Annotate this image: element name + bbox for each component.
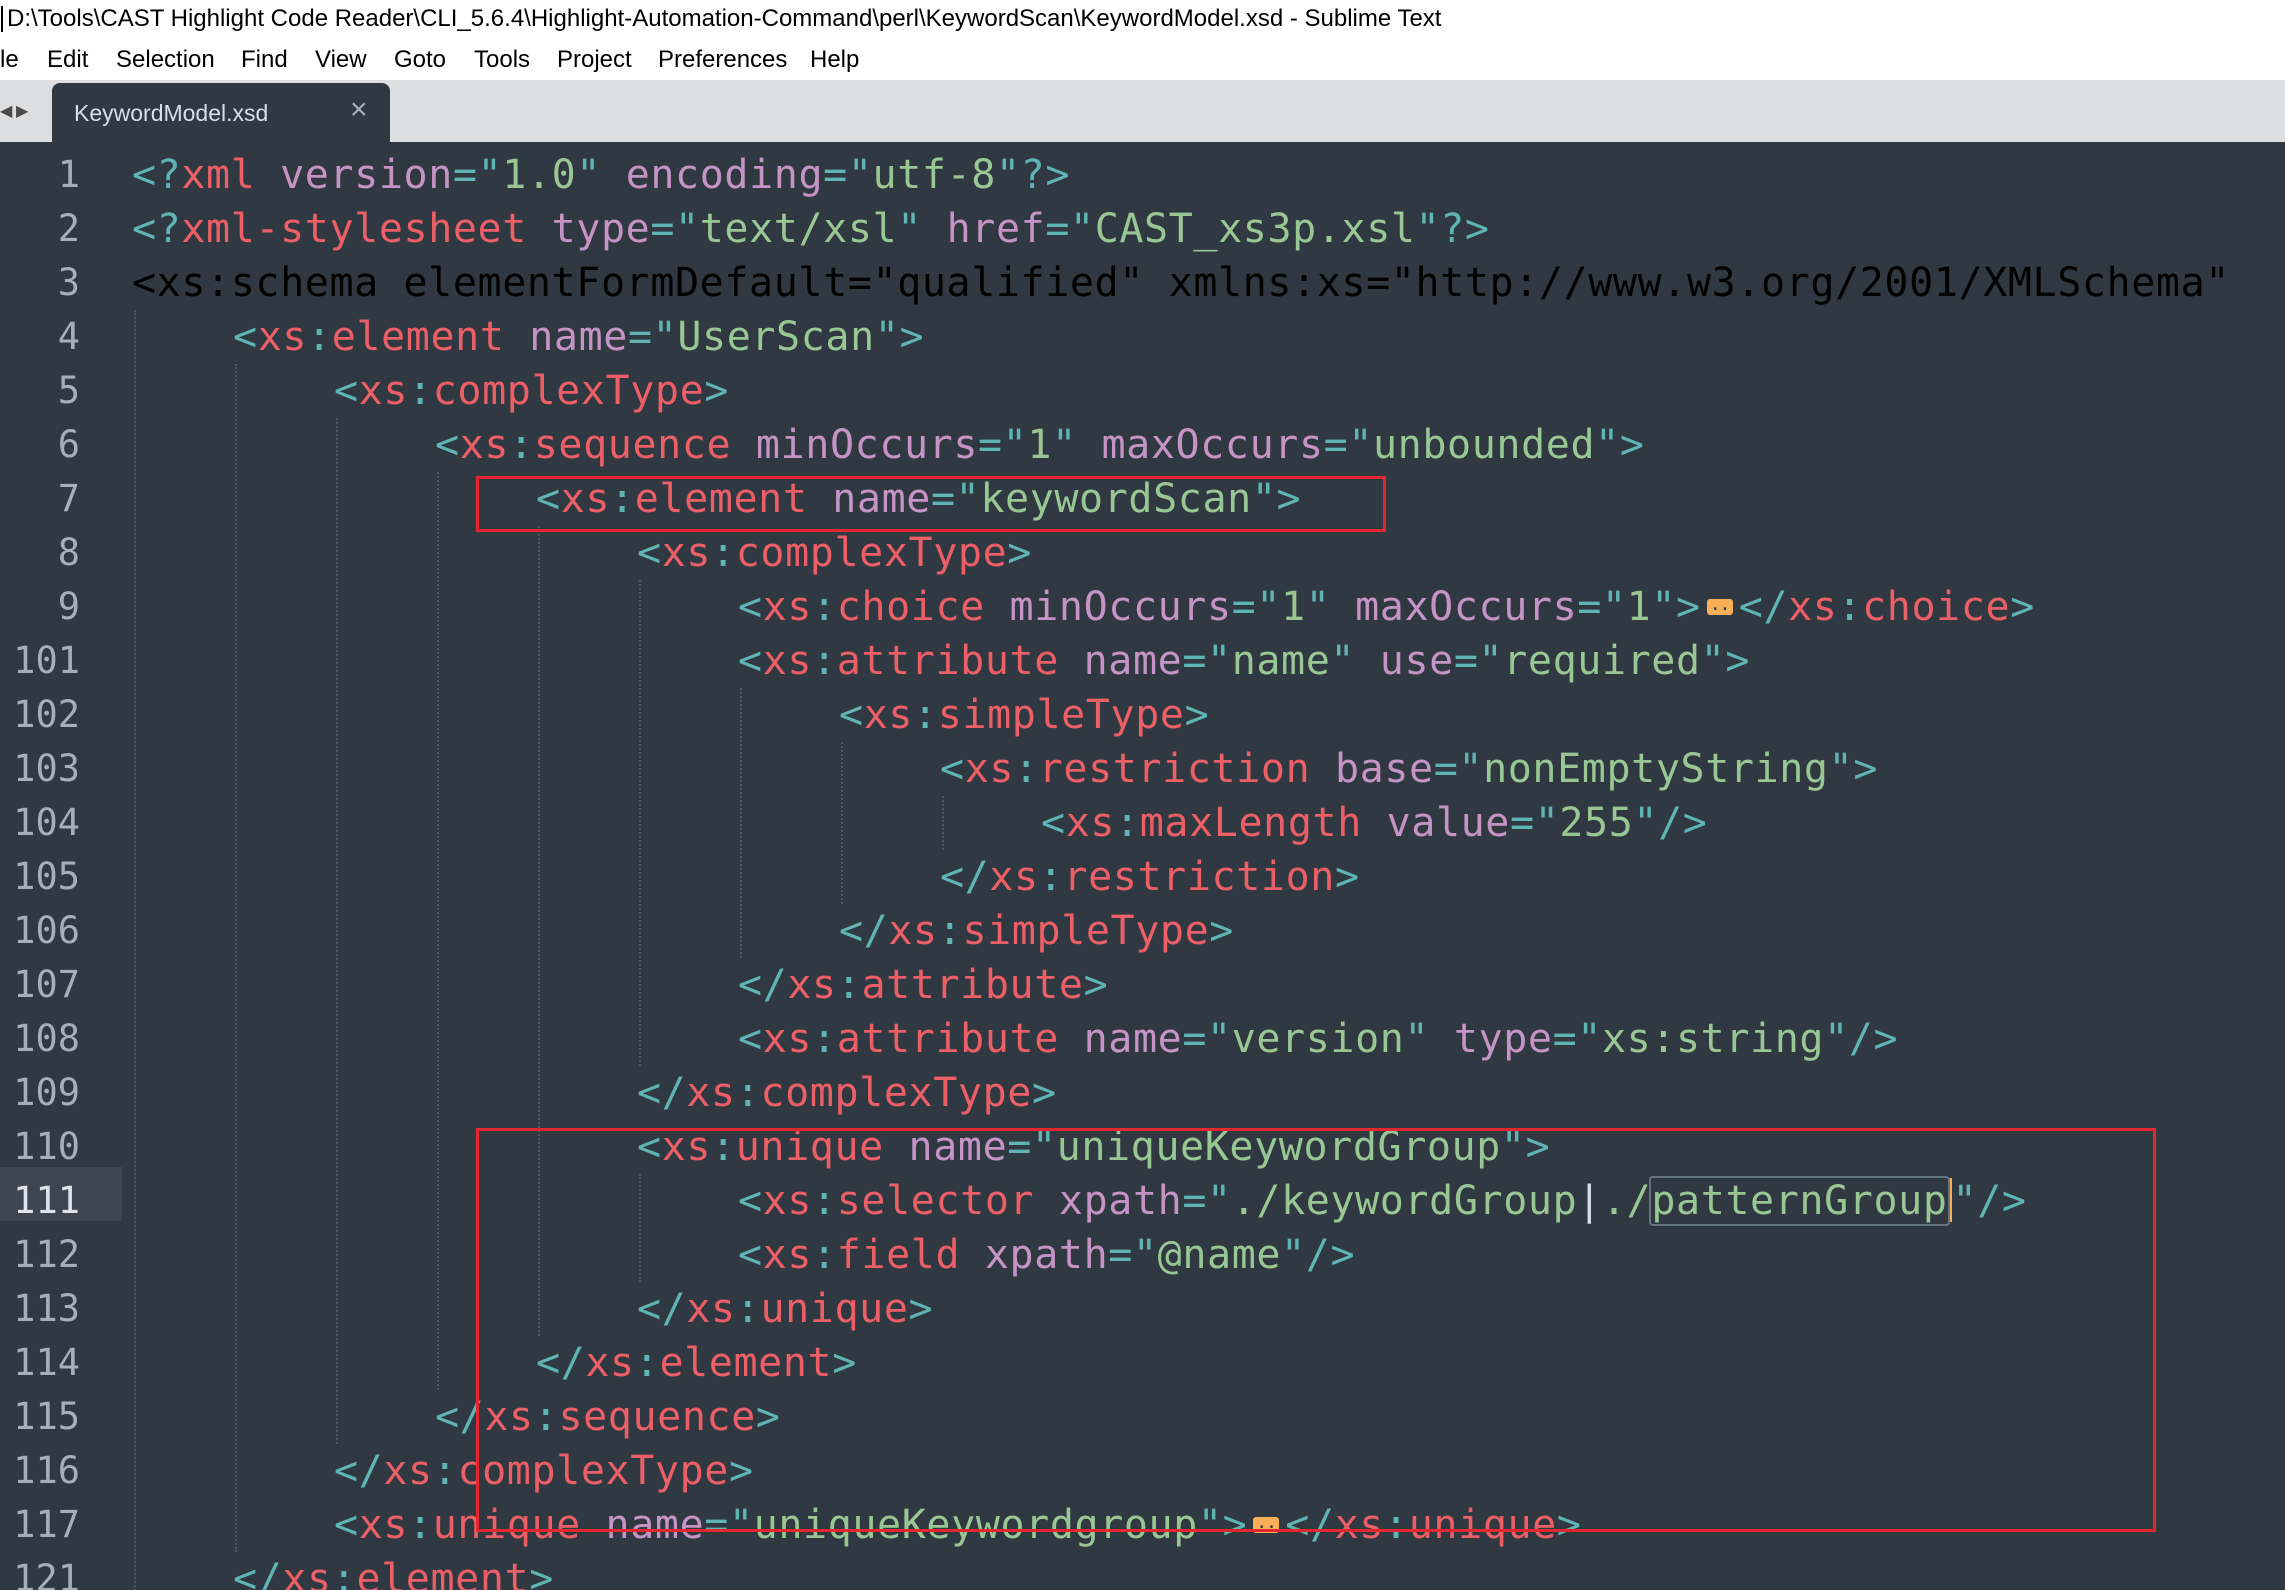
annotation-box — [476, 1128, 2156, 1532]
line-number: 117 — [13, 1503, 80, 1546]
menu-goto[interactable]: Goto — [394, 38, 446, 80]
line-number: 110 — [13, 1125, 80, 1168]
menu-bar: le Edit Selection Find View Goto Tools P… — [0, 38, 2285, 81]
code-line[interactable]: <xs:simpleType> — [839, 688, 1209, 742]
line-number: 3 — [57, 261, 80, 304]
menu-tools[interactable]: Tools — [474, 38, 530, 80]
menu-file[interactable]: le — [0, 38, 19, 80]
code-line[interactable]: <?xml version="1.0" encoding="utf-8"?> — [132, 148, 1070, 202]
indent-guide — [235, 364, 237, 1552]
tab-scroll-left-icon[interactable]: ◀ — [0, 101, 12, 121]
line-number: 106 — [13, 909, 80, 952]
line-number: 107 — [13, 963, 80, 1006]
code-line[interactable]: <xs:attribute name="name" use="required"… — [738, 634, 1750, 688]
line-number: 9 — [57, 585, 80, 628]
line-number: 113 — [13, 1287, 80, 1330]
code-line[interactable]: <?xml-stylesheet type="text/xsl" href="C… — [132, 202, 1490, 256]
code-line[interactable]: </xs:attribute> — [738, 958, 1108, 1012]
menu-find[interactable]: Find — [241, 38, 288, 80]
line-number: 8 — [57, 531, 80, 574]
code-line[interactable]: <xs:restriction base="nonEmptyString"> — [940, 742, 1878, 796]
code-line[interactable]: <xs:choice minOccurs="1" maxOccurs="1"><… — [738, 580, 2035, 637]
line-number: 114 — [13, 1341, 80, 1384]
line-number: 109 — [13, 1071, 80, 1114]
indent-guide — [841, 742, 843, 904]
line-number: 111 — [13, 1179, 80, 1222]
menu-selection[interactable]: Selection — [116, 38, 215, 80]
menu-edit[interactable]: Edit — [47, 38, 88, 80]
indent-guide — [639, 580, 641, 1066]
title-bar: D:\Tools\CAST Highlight Code Reader\CLI_… — [0, 0, 2285, 38]
code-line[interactable]: </xs:complexType> — [637, 1066, 1057, 1120]
tab-label: KeywordModel.xsd — [74, 100, 269, 126]
line-number: 7 — [57, 477, 80, 520]
line-number: 116 — [13, 1449, 80, 1492]
code-line[interactable]: </xs:element> — [233, 1552, 554, 1590]
code-line[interactable]: <xs:complexType> — [637, 526, 1032, 580]
indent-guide — [740, 688, 742, 958]
line-number: 104 — [13, 801, 80, 844]
line-number: 101 — [13, 639, 80, 682]
menu-project[interactable]: Project — [557, 38, 632, 80]
code-line[interactable]: <xs:schema elementFormDefault="qualified… — [132, 256, 2230, 310]
indent-guide — [437, 472, 439, 1390]
tab-scroll-right-icon[interactable]: ▶ — [16, 101, 28, 121]
indent-guide — [336, 418, 338, 1444]
menu-view[interactable]: View — [315, 38, 367, 80]
code-line[interactable]: </xs:simpleType> — [839, 904, 1234, 958]
code-line[interactable]: <xs:maxLength value="255"/> — [1041, 796, 1707, 850]
line-number: 108 — [13, 1017, 80, 1060]
annotation-box — [476, 476, 1386, 532]
line-number: 103 — [13, 747, 80, 790]
window-edge — [1, 6, 3, 32]
line-number: 121 — [13, 1557, 80, 1590]
close-icon[interactable]: × — [350, 95, 368, 125]
menu-preferences[interactable]: Preferences — [658, 38, 787, 80]
line-number: 4 — [57, 315, 80, 358]
code-line[interactable]: </xs:restriction> — [940, 850, 1360, 904]
code-line[interactable]: <xs:complexType> — [334, 364, 729, 418]
line-number: 2 — [57, 207, 80, 250]
code-line[interactable]: <xs:attribute name="version" type="xs:st… — [738, 1012, 1898, 1066]
indent-guide — [942, 796, 944, 850]
window-title: D:\Tools\CAST Highlight Code Reader\CLI_… — [7, 5, 1442, 32]
line-number: 5 — [57, 369, 80, 412]
code-editor[interactable]: 1 2 3 4 5 6 7 8 9 101 102 103 104 105 106 107 108 109 110 1… — [0, 142, 2285, 1590]
line-number: 1 — [57, 153, 80, 196]
line-number: 102 — [13, 693, 80, 736]
line-number: 115 — [13, 1395, 80, 1438]
tab-keywordmodel[interactable]: KeywordModel.xsd × — [52, 83, 390, 142]
code-line[interactable]: <xs:sequence minOccurs="1" maxOccurs="un… — [435, 418, 1645, 472]
code-line[interactable]: <xs:element name="UserScan"> — [233, 310, 924, 364]
line-number: 6 — [57, 423, 80, 466]
indent-guide — [134, 310, 136, 1590]
line-number: 105 — [13, 855, 80, 898]
fold-marker-icon[interactable] — [1706, 583, 1739, 637]
menu-help[interactable]: Help — [810, 38, 859, 80]
line-number: 112 — [13, 1233, 80, 1276]
